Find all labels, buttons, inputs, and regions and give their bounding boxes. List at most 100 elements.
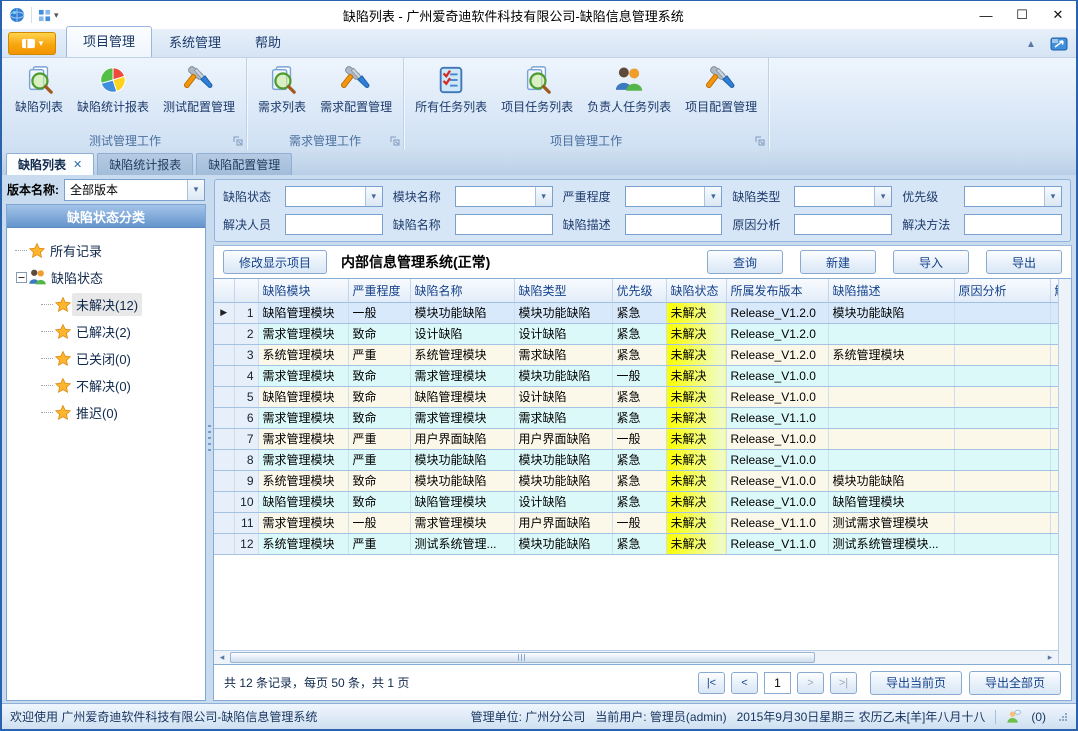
- filter-input-defect-name[interactable]: [455, 214, 553, 235]
- grid-cell[interactable]: 模块功能缺陷: [514, 302, 612, 323]
- grid-cell[interactable]: Release_V1.0.0: [726, 470, 828, 491]
- grid-cell[interactable]: 模块功能缺陷: [410, 449, 514, 470]
- grid-cell[interactable]: 致命: [348, 386, 410, 407]
- scroll-right-icon[interactable]: ▸: [1044, 652, 1056, 663]
- grid-cell[interactable]: 用户界面缺陷: [410, 428, 514, 449]
- grid-cell[interactable]: 致命: [348, 470, 410, 491]
- grid-cell[interactable]: 缺陷管理模块: [410, 491, 514, 512]
- grid-cell[interactable]: 未解决: [666, 512, 726, 533]
- grid-cell[interactable]: 未解决: [666, 533, 726, 554]
- filter-resolver-value[interactable]: [286, 215, 382, 234]
- grid-cell[interactable]: 模块功能缺陷: [828, 302, 954, 323]
- grid-cell[interactable]: [1050, 407, 1058, 428]
- about-icon[interactable]: [1050, 36, 1068, 52]
- grid-cell[interactable]: 需求管理模块: [410, 512, 514, 533]
- grid-cell[interactable]: 需求管理模块: [410, 365, 514, 386]
- doc-tab-defect-stats-report[interactable]: 缺陷统计报表: [97, 153, 193, 175]
- grid-cell[interactable]: [954, 491, 1050, 512]
- minimize-button[interactable]: —: [968, 1, 1004, 29]
- grid-column-header[interactable]: 解决方法: [1050, 279, 1058, 302]
- grid-cell[interactable]: [954, 323, 1050, 344]
- grid-cell[interactable]: [954, 470, 1050, 491]
- page-number-input[interactable]: [764, 672, 791, 694]
- grid-cell[interactable]: [1050, 302, 1058, 323]
- filter-cause-analysis-value[interactable]: [795, 215, 891, 234]
- export-current-page-button[interactable]: 导出当前页: [870, 671, 962, 695]
- export-all-pages-button[interactable]: 导出全部页: [969, 671, 1061, 695]
- grid-cell[interactable]: 未解决: [666, 302, 726, 323]
- grid-cell[interactable]: 需求管理模块: [258, 428, 348, 449]
- ribbon-button-all-tasks-list[interactable]: 所有任务列表: [408, 61, 494, 119]
- grid-cell[interactable]: 需求管理模块: [258, 365, 348, 386]
- filter-select-severity[interactable]: ▾: [625, 186, 723, 207]
- grid-cell[interactable]: [1050, 344, 1058, 365]
- grid-column-header[interactable]: 所属发布版本: [726, 279, 828, 302]
- grid-cell[interactable]: 一般: [612, 512, 666, 533]
- grid-cell[interactable]: 未解决: [666, 407, 726, 428]
- grid-cell[interactable]: 严重: [348, 533, 410, 554]
- tree-item-postponed[interactable]: 推迟(0): [9, 399, 203, 426]
- grid-cell[interactable]: [1050, 512, 1058, 533]
- tree-item-closed[interactable]: 已关闭(0): [9, 345, 203, 372]
- chevron-down-icon[interactable]: ▾: [874, 187, 891, 206]
- close-button[interactable]: ✕: [1040, 1, 1076, 29]
- quick-access-toolbar-button[interactable]: ▾: [38, 9, 59, 22]
- grid-cell[interactable]: 紧急: [612, 407, 666, 428]
- maximize-button[interactable]: ☐: [1004, 1, 1040, 29]
- grid-cell[interactable]: 系统管理模块: [258, 470, 348, 491]
- grid-cell[interactable]: 一般: [348, 302, 410, 323]
- grid-column-header[interactable]: 缺陷状态: [666, 279, 726, 302]
- last-page-button[interactable]: >|: [830, 672, 857, 694]
- filter-solution-value[interactable]: [965, 215, 1061, 234]
- filter-input-defect-desc[interactable]: [625, 214, 723, 235]
- tree-item-defect-status[interactable]: 缺陷状态: [9, 264, 203, 291]
- grid-cell[interactable]: [954, 407, 1050, 428]
- grid-cell[interactable]: 测试系统管理...: [410, 533, 514, 554]
- grid-cell[interactable]: 致命: [348, 407, 410, 428]
- grid-cell[interactable]: [1050, 323, 1058, 344]
- ribbon-button-project-tasks-list[interactable]: 项目任务列表: [494, 61, 580, 119]
- filter-defect-status-value[interactable]: [286, 187, 365, 206]
- grid-cell[interactable]: 系统管理模块: [410, 344, 514, 365]
- grid-cell[interactable]: Release_V1.1.0: [726, 407, 828, 428]
- grid-cell[interactable]: [1050, 470, 1058, 491]
- application-menu-button[interactable]: ▾: [8, 32, 56, 55]
- filter-input-solution[interactable]: [964, 214, 1062, 235]
- table-row[interactable]: 2需求管理模块致命设计缺陷设计缺陷紧急未解决Release_V1.2.0: [214, 323, 1058, 344]
- grid-cell[interactable]: [1050, 428, 1058, 449]
- grid-cell[interactable]: 需求缺陷: [514, 344, 612, 365]
- filter-select-module-name[interactable]: ▾: [455, 186, 553, 207]
- filter-select-defect-status[interactable]: ▾: [285, 186, 383, 207]
- grid-cell[interactable]: 缺陷管理模块: [828, 491, 954, 512]
- grid-cell[interactable]: Release_V1.0.0: [726, 491, 828, 512]
- table-row[interactable]: 5缺陷管理模块致命缺陷管理模块设计缺陷紧急未解决Release_V1.0.0: [214, 386, 1058, 407]
- grid-column-header[interactable]: 缺陷模块: [258, 279, 348, 302]
- filter-select-priority[interactable]: ▾: [964, 186, 1062, 207]
- grid-cell[interactable]: [828, 428, 954, 449]
- grid-cell[interactable]: 需求管理模块: [258, 323, 348, 344]
- grid-cell[interactable]: Release_V1.0.0: [726, 428, 828, 449]
- table-row[interactable]: 6需求管理模块致命需求管理模块需求缺陷紧急未解决Release_V1.1.0: [214, 407, 1058, 428]
- filter-defect-desc-value[interactable]: [626, 215, 722, 234]
- grid-column-header[interactable]: 缺陷描述: [828, 279, 954, 302]
- filter-select-defect-type[interactable]: ▾: [794, 186, 892, 207]
- grid-cell[interactable]: [828, 407, 954, 428]
- grid-cell[interactable]: 系统管理模块: [258, 533, 348, 554]
- tree-item-resolved[interactable]: 已解决(2): [9, 318, 203, 345]
- grid-cell[interactable]: 设计缺陷: [410, 323, 514, 344]
- filter-defect-type-value[interactable]: [795, 187, 874, 206]
- grid-cell[interactable]: 需求管理模块: [258, 407, 348, 428]
- next-page-button[interactable]: >: [797, 672, 824, 694]
- query-button[interactable]: 查询: [707, 250, 783, 274]
- chevron-down-icon[interactable]: ▾: [365, 187, 382, 206]
- grid-cell[interactable]: 模块功能缺陷: [514, 470, 612, 491]
- table-row[interactable]: 4需求管理模块致命需求管理模块模块功能缺陷一般未解决Release_V1.0.0: [214, 365, 1058, 386]
- chevron-down-icon[interactable]: ▾: [1044, 187, 1061, 206]
- grid-cell[interactable]: [954, 344, 1050, 365]
- grid-cell[interactable]: 严重: [348, 428, 410, 449]
- dialog-launcher-icon[interactable]: [233, 136, 243, 146]
- grid-cell[interactable]: 未解决: [666, 428, 726, 449]
- prev-page-button[interactable]: <: [731, 672, 758, 694]
- doc-tab-defect-list[interactable]: 缺陷列表✕: [6, 153, 94, 175]
- grid-cell[interactable]: 紧急: [612, 386, 666, 407]
